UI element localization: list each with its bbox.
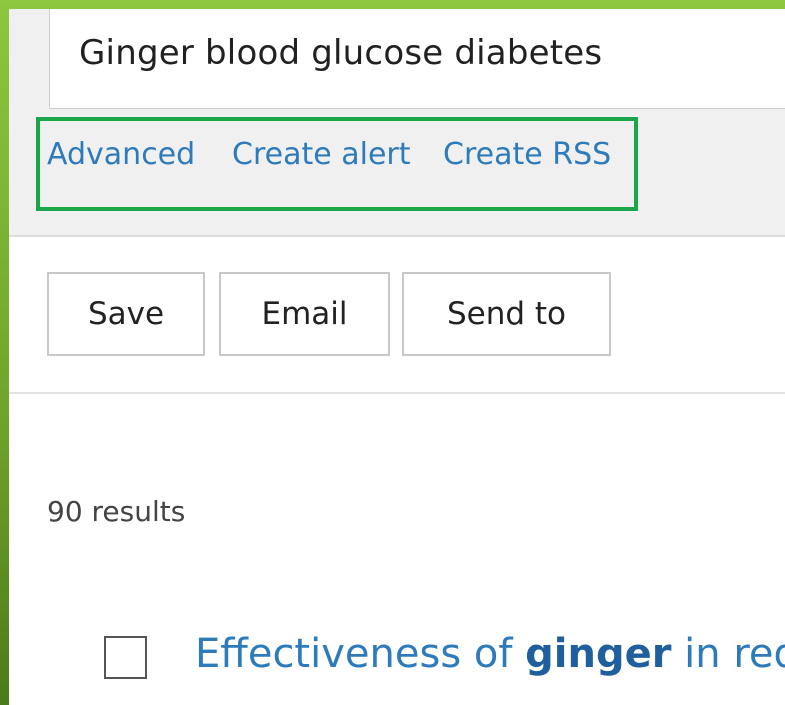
result-title-prefix: Effectiveness of	[195, 631, 526, 677]
save-button[interactable]: Save	[47, 272, 205, 356]
results-count: 90 results	[47, 495, 186, 528]
create-alert-link[interactable]: Create alert	[232, 137, 411, 172]
email-button[interactable]: Email	[219, 272, 390, 356]
page-frame: Ginger blood glucose diabetes Advanced C…	[9, 9, 785, 705]
create-rss-link[interactable]: Create RSS	[443, 137, 611, 172]
result-title-suffix: in redu	[684, 631, 785, 677]
result-title-link[interactable]: Effectiveness of ginger in redu	[195, 631, 785, 677]
result-select-checkbox[interactable]	[104, 636, 147, 679]
send-to-button[interactable]: Send to	[402, 272, 611, 356]
divider	[9, 392, 785, 394]
search-query-text: Ginger blood glucose diabetes	[79, 33, 603, 73]
advanced-search-link[interactable]: Advanced	[47, 137, 195, 172]
search-input[interactable]: Ginger blood glucose diabetes	[49, 9, 785, 109]
result-title-highlight: ginger	[525, 631, 672, 677]
results-area: Save Email Send to 90 results Effectiven…	[9, 237, 785, 705]
